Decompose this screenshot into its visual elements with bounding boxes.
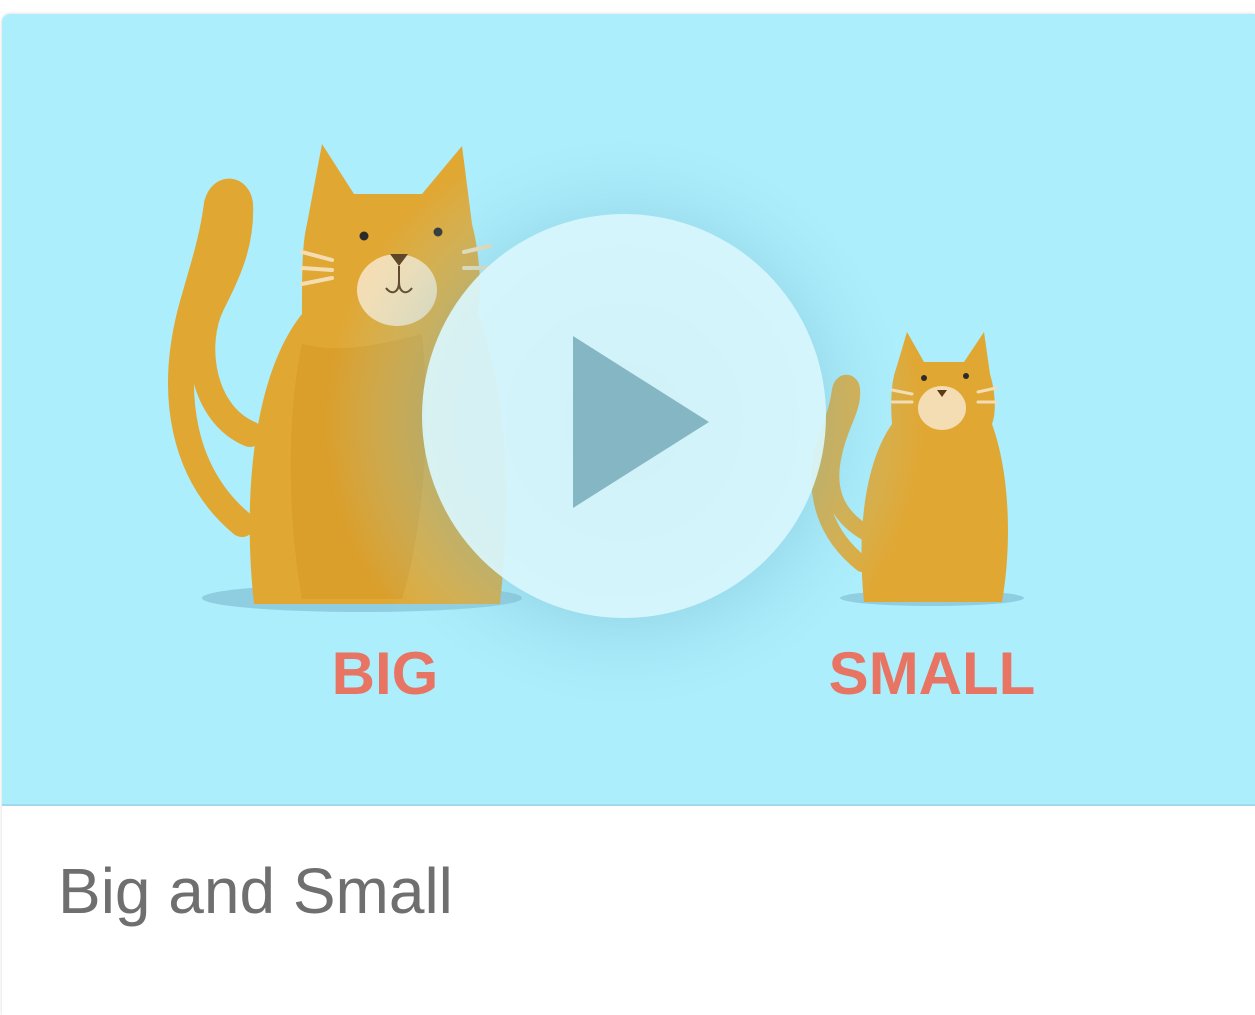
card-divider	[2, 804, 1255, 806]
label-small: SMALL	[829, 640, 1036, 707]
video-title[interactable]: Big and Small	[58, 854, 453, 928]
thumbnail-illustration: BIG SMALL	[2, 14, 1255, 804]
label-big: BIG	[332, 640, 439, 707]
video-thumbnail[interactable]: BIG SMALL	[2, 14, 1255, 804]
play-button[interactable]	[324, 122, 924, 722]
video-card[interactable]: BIG SMALL Big and Small	[2, 14, 1255, 1015]
